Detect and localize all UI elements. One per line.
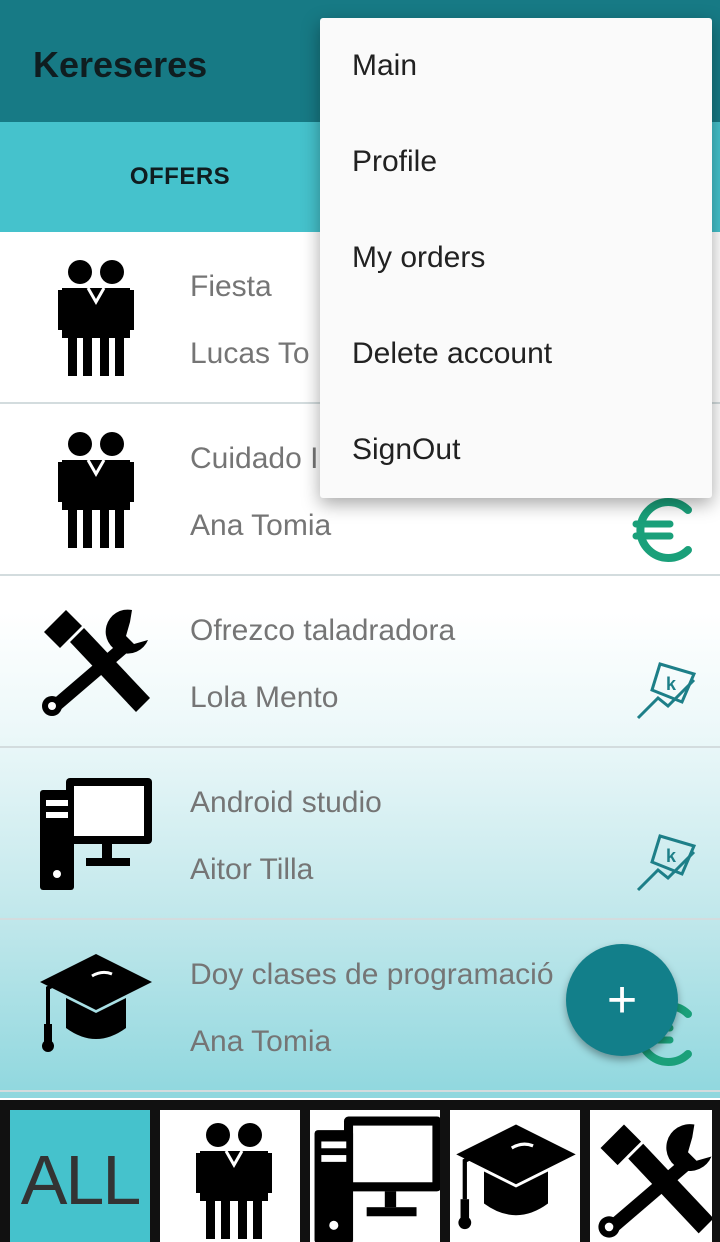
category-education-button[interactable] bbox=[450, 1110, 580, 1242]
list-item-title: Ofrezco taladradora bbox=[190, 614, 456, 647]
menu-item-profile[interactable]: Profile bbox=[320, 114, 712, 210]
computer-icon bbox=[36, 774, 156, 894]
list-item-title: Cuidado I bbox=[190, 442, 319, 475]
people-icon bbox=[36, 430, 156, 550]
category-bar: ALL bbox=[0, 1100, 720, 1242]
category-people-button[interactable] bbox=[160, 1110, 300, 1242]
menu-item-signout[interactable]: SignOut bbox=[320, 402, 712, 498]
category-tools-button[interactable] bbox=[590, 1110, 712, 1242]
add-offer-button[interactable]: + bbox=[566, 944, 678, 1056]
graduation-cap-icon bbox=[452, 1116, 580, 1242]
category-computer-button[interactable] bbox=[310, 1110, 440, 1242]
euro-icon bbox=[632, 496, 700, 564]
menu-item-delete-account[interactable]: Delete account bbox=[320, 306, 712, 402]
list-item-title: Android studio bbox=[190, 786, 382, 819]
trade-icon bbox=[632, 656, 700, 724]
tools-icon bbox=[36, 602, 156, 722]
menu-item-main[interactable]: Main bbox=[320, 18, 712, 114]
list-item-title: Fiesta bbox=[190, 270, 272, 303]
trade-icon bbox=[632, 828, 700, 896]
graduation-cap-icon bbox=[36, 946, 156, 1066]
people-icon bbox=[174, 1116, 294, 1242]
category-all-button[interactable]: ALL bbox=[10, 1110, 150, 1242]
computer-icon bbox=[310, 1112, 440, 1242]
list-item-subtitle: Ana Tomia bbox=[190, 1025, 332, 1058]
tools-icon bbox=[592, 1116, 712, 1242]
list-item-subtitle: Lola Mento bbox=[190, 681, 339, 714]
people-icon bbox=[36, 258, 156, 378]
menu-item-my-orders[interactable]: My orders bbox=[320, 210, 712, 306]
category-all-label: ALL bbox=[20, 1141, 142, 1219]
overflow-menu: Main Profile My orders Delete account Si… bbox=[320, 18, 712, 498]
list-item-subtitle: Lucas To bbox=[190, 337, 310, 370]
list-item-title: Doy clases de programació bbox=[190, 958, 554, 991]
list-item[interactable]: Ofrezco taladradora Lola Mento bbox=[0, 576, 720, 748]
list-item-subtitle: Aitor Tilla bbox=[190, 853, 314, 886]
list-item[interactable]: Android studio Aitor Tilla bbox=[0, 748, 720, 920]
app-title: Kereseres bbox=[33, 44, 208, 85]
list-item-subtitle: Ana Tomia bbox=[190, 509, 332, 542]
tab-offers[interactable]: OFFERS bbox=[0, 122, 360, 232]
